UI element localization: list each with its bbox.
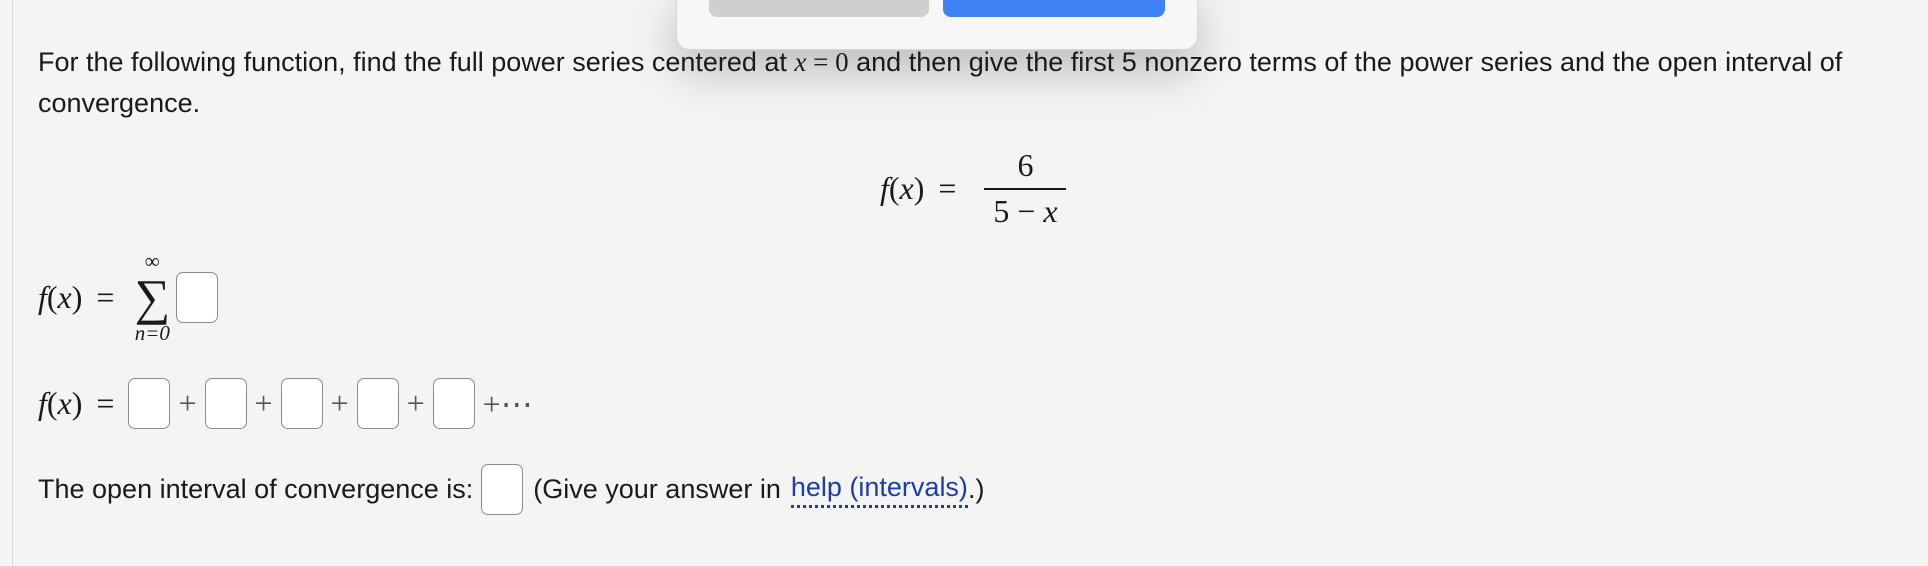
left-border — [12, 0, 13, 566]
problem-statement: For the following function, find the ful… — [38, 42, 1898, 124]
interval-hint-before: (Give your answer in — [533, 474, 781, 504]
fn-close-paren: ) — [913, 169, 925, 206]
den-minus: − — [1017, 193, 1036, 229]
term-5-input[interactable] — [432, 378, 475, 429]
term-3-input[interactable] — [280, 378, 323, 429]
help-intervals-link[interactable]: help (intervals) — [790, 472, 968, 508]
problem-var: x — [794, 47, 807, 77]
cancel-button[interactable] — [709, 0, 929, 17]
general-term-input[interactable] — [176, 271, 219, 323]
problem-text-before: For the following function, find the ful… — [38, 47, 795, 77]
fn-equals: = — [938, 169, 957, 206]
interval-row: The open interval of convergence is: (Gi… — [38, 464, 984, 515]
plus-sign: + — [330, 385, 349, 421]
summation: ∞ ∑ n=0 — [134, 250, 170, 344]
sum-var: x — [57, 278, 72, 315]
plus-sign: + — [254, 385, 273, 421]
confirm-button[interactable] — [943, 0, 1165, 17]
den-constant: 5 — [993, 193, 1010, 229]
plus-sign: + — [178, 385, 197, 421]
term-2-input[interactable] — [204, 378, 247, 429]
sum-close-paren: ) — [71, 278, 83, 315]
term-4-input[interactable] — [356, 378, 399, 429]
fn-name: f — [880, 169, 889, 206]
plus-sign: + — [406, 385, 425, 421]
series-close-paren: ) — [71, 385, 83, 421]
series-fn-name: f — [38, 385, 47, 421]
sum-open-paren: ( — [46, 278, 58, 315]
sum-equals: = — [96, 278, 115, 315]
interval-label: The open interval of convergence is: — [38, 474, 474, 504]
term-1-input[interactable] — [128, 378, 171, 429]
function-display: f(x) = 6 5 − x — [880, 147, 1067, 228]
problem-equals: = — [813, 47, 829, 77]
fraction: 6 5 − x — [984, 147, 1067, 228]
problem-math: x = 0 — [794, 47, 848, 77]
interval-input[interactable] — [481, 464, 524, 515]
fraction-denominator: 5 − x — [989, 190, 1061, 228]
series-var: x — [57, 385, 72, 421]
sum-fn-name: f — [38, 278, 47, 315]
series-equals: = — [96, 385, 115, 421]
first-terms-row: f(x) = + + + + +⋯ — [38, 378, 541, 429]
problem-zero: 0 — [835, 47, 849, 77]
sigma-symbol: ∑ — [134, 269, 171, 325]
den-var: x — [1043, 193, 1058, 229]
sum-lower-limit: n=0 — [134, 321, 170, 345]
ellipsis: +⋯ — [482, 385, 533, 422]
interval-hint-after: .) — [967, 474, 985, 504]
fn-var: x — [899, 169, 914, 206]
series-open-paren: ( — [46, 385, 58, 421]
power-series-sum-row: f(x) = ∞ ∑ n=0 — [38, 250, 219, 344]
fn-open-paren: ( — [888, 169, 900, 206]
fraction-numerator: 6 — [1017, 147, 1034, 183]
